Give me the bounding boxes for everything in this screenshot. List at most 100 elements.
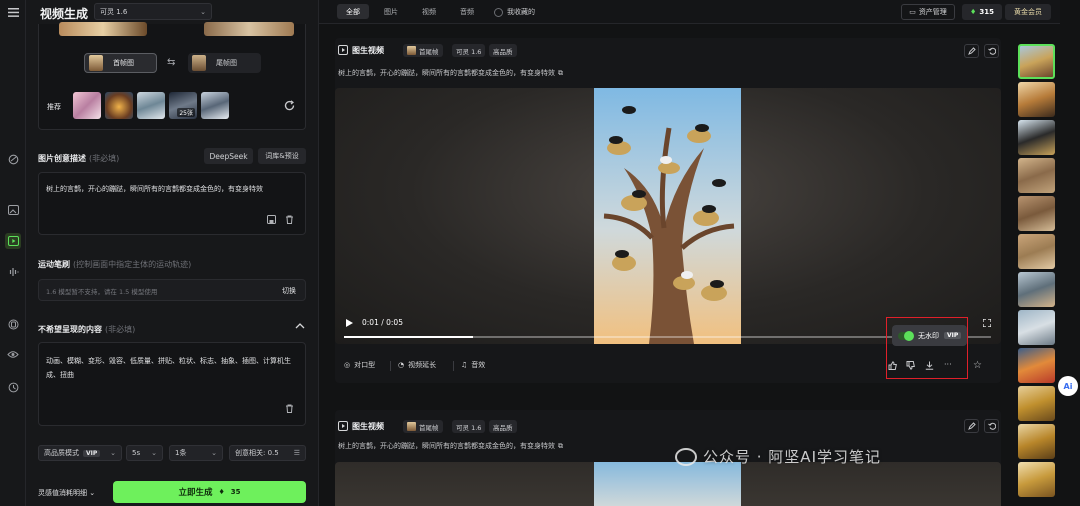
undo-icon[interactable] <box>984 44 999 58</box>
tab-audio[interactable]: 音频 <box>451 4 483 19</box>
brush-icon[interactable] <box>5 151 21 167</box>
recommend-count-badge: 25张 <box>177 108 195 117</box>
chevron-up-icon[interactable] <box>295 323 305 329</box>
first-frame-thumb <box>89 55 103 71</box>
frame-upload-card: 首帧图 ⇆ 尾帧图 推荐 25张 <box>38 22 306 130</box>
menu-icon[interactable] <box>5 4 21 20</box>
last-frame-button[interactable]: 尾帧图 <box>188 53 261 73</box>
asset-management-label: 资产管理 <box>918 8 947 16</box>
extend-video-label: 视频延长 <box>408 361 437 369</box>
history-thumb[interactable] <box>1018 348 1055 383</box>
prompt-title-text: 图片创意描述 <box>38 154 86 163</box>
save-icon[interactable] <box>267 215 276 224</box>
sliders-icon: ☰ <box>293 449 300 457</box>
negative-text[interactable]: 动画、模糊、变形、毁容、低质量、拼贴、粒状、标志、抽象、插图、计算机生成、扭曲 <box>46 354 301 382</box>
motion-switch-button[interactable]: 切换 <box>282 286 296 296</box>
chevron-down-icon: ⌄ <box>89 489 96 497</box>
play-icon[interactable] <box>346 319 353 327</box>
history-thumb[interactable] <box>1018 120 1055 155</box>
history-thumb[interactable] <box>1018 196 1055 231</box>
edit-icon[interactable] <box>964 419 979 433</box>
image-icon[interactable] <box>5 202 21 218</box>
trash-icon[interactable] <box>285 215 294 224</box>
recommend-thumb[interactable] <box>201 92 229 119</box>
video-time: 0:01 / 0:05 <box>362 318 403 327</box>
history-thumb[interactable] <box>1018 310 1055 345</box>
negative-textarea[interactable]: 动画、模糊、变形、毁容、低质量、拼贴、粒状、标志、抽象、插图、计算机生成、扭曲 <box>38 342 306 426</box>
first-frame-button[interactable]: 首帧图 <box>84 53 157 73</box>
count-label: 1条 <box>175 449 187 457</box>
star-icon[interactable]: ☆ <box>973 360 982 371</box>
tag-model: 可灵 1.6 <box>452 44 486 57</box>
history-thumb[interactable] <box>1018 272 1055 307</box>
sound-effect-button[interactable]: ♫ 音效 <box>461 360 485 370</box>
count-select[interactable]: 1条 ⌄ <box>169 445 223 461</box>
history-thumbnail-strip: Ai <box>1015 38 1080 506</box>
recommend-thumb[interactable] <box>105 92 133 119</box>
folder-icon: ▭ <box>909 8 916 16</box>
results-area: 全部 图片 视频 音频 我收藏的 ▭ 资产管理 ♦ 315 黄金会员 图生视频 首尾… <box>319 0 1060 506</box>
credits-badge[interactable]: ♦ 315 <box>962 4 1002 20</box>
history-thumb[interactable] <box>1018 158 1055 193</box>
duration-select[interactable]: 5s ⌄ <box>126 445 163 461</box>
checkbox[interactable] <box>494 7 503 17</box>
fullscreen-icon[interactable] <box>983 319 991 327</box>
history-thumb[interactable] <box>1018 82 1055 117</box>
member-button[interactable]: 黄金会员 <box>1005 4 1051 20</box>
video-description: 树上的言鹊，开心的蹦跶，瞬间所有的言鹊都变成金色的，有变身特效 ⧉ <box>338 68 563 78</box>
copy-icon[interactable]: ⧉ <box>558 69 563 78</box>
model-select[interactable]: 可灵 1.6 ⌄ <box>94 3 212 20</box>
generate-button[interactable]: 立即生成 ♦ 35 <box>113 481 306 503</box>
history-thumb[interactable] <box>1018 424 1055 459</box>
video-type-icon <box>338 45 348 55</box>
preset-button[interactable]: 词库&预设 <box>258 148 306 164</box>
digital-human-icon[interactable] <box>5 316 21 332</box>
history-icon[interactable] <box>5 379 21 395</box>
undo-icon[interactable] <box>984 419 999 433</box>
tab-image[interactable]: 图片 <box>375 4 407 19</box>
tab-video[interactable]: 视频 <box>413 4 445 19</box>
history-thumb[interactable] <box>1018 462 1055 497</box>
quality-mode-select[interactable]: 高品质模式 VIP ⌄ <box>38 445 122 461</box>
motion-brush-field[interactable]: 1.6 模型暂不支持，请在 1.5 模型使用 切换 <box>38 279 306 301</box>
refresh-icon[interactable] <box>284 100 295 111</box>
recommend-thumb[interactable]: 25张 <box>169 92 197 119</box>
ai-assistant-button[interactable]: Ai <box>1058 376 1078 396</box>
recommend-thumb[interactable] <box>137 92 165 119</box>
asset-management-button[interactable]: ▭ 资产管理 <box>901 4 955 20</box>
trash-icon[interactable] <box>285 404 294 413</box>
history-thumb[interactable] <box>1018 386 1055 421</box>
duration-label: 5s <box>132 449 141 457</box>
tab-all[interactable]: 全部 <box>337 4 369 19</box>
extend-video-button[interactable]: ◔ 视频延长 <box>398 360 436 370</box>
video-description-text: 树上的言鹊，开心的蹦跶，瞬间所有的言鹊都变成金色的，有变身特效 <box>338 442 555 450</box>
chevron-down-icon: ⌄ <box>151 449 157 457</box>
quality-mode-label: 高品质模式 <box>44 449 79 457</box>
history-thumb[interactable] <box>1018 234 1055 269</box>
cost-details-link[interactable]: 灵感值消耗明细 ⌄ <box>38 488 95 498</box>
flame-icon: ♦ <box>218 488 225 496</box>
lip-sync-button[interactable]: ◎ 对口型 <box>344 360 375 370</box>
history-thumb[interactable] <box>1018 44 1055 79</box>
credits-value: 315 <box>979 8 994 16</box>
edit-icon[interactable] <box>964 44 979 58</box>
generate-cost: 35 <box>230 488 241 496</box>
deepseek-button[interactable]: DeepSeek <box>204 148 253 164</box>
video-description-text: 树上的言鹊，开心的蹦跶，瞬间所有的言鹊都变成金色的，有变身特效 <box>338 69 555 77</box>
eye-icon[interactable] <box>5 346 21 362</box>
divider <box>453 361 454 371</box>
audio-icon[interactable] <box>5 264 21 280</box>
highlight-box <box>886 317 968 379</box>
wechat-icon <box>675 447 697 466</box>
video-player[interactable] <box>335 462 1001 506</box>
prompt-text[interactable]: 树上的言鹊，开心的蹦跶，瞬间所有的言鹊都变成金色的，有变身特效 <box>46 184 296 195</box>
tag-quality: 高品质 <box>489 44 517 57</box>
video-icon[interactable] <box>5 233 21 249</box>
favorites-toggle[interactable]: 我收藏的 <box>494 7 535 17</box>
relevance-control[interactable]: 创意相关: 0.5 ☰ <box>229 445 306 461</box>
video-player[interactable]: 0:01 / 0:05 <box>335 88 1001 344</box>
copy-icon[interactable]: ⧉ <box>558 442 563 451</box>
prompt-textarea[interactable]: 树上的言鹊，开心的蹦跶，瞬间所有的言鹊都变成金色的，有变身特效 <box>38 172 306 235</box>
swap-icon[interactable]: ⇆ <box>167 57 175 68</box>
recommend-thumb[interactable] <box>73 92 101 119</box>
